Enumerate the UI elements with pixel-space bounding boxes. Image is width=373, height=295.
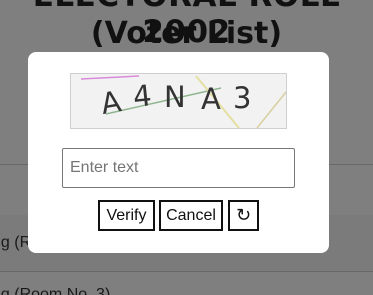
captcha-char: 4 xyxy=(131,78,153,114)
captcha-noise-line xyxy=(256,91,286,128)
captcha-char: A xyxy=(201,82,221,116)
refresh-icon: ↻ xyxy=(235,205,252,226)
captcha-image: A 4 N A 3 xyxy=(70,73,287,129)
verify-button[interactable]: Verify xyxy=(98,200,155,231)
captcha-char: N xyxy=(164,80,186,114)
captcha-char: 3 xyxy=(233,81,251,115)
captcha-input[interactable] xyxy=(62,148,295,188)
cancel-button[interactable]: Cancel xyxy=(159,200,223,231)
captcha-char: A xyxy=(98,84,124,121)
refresh-captcha-button[interactable]: ↻ xyxy=(228,200,259,231)
captcha-noise-line xyxy=(80,75,140,80)
captcha-modal: A 4 N A 3 Verify Cancel ↻ xyxy=(28,52,329,253)
